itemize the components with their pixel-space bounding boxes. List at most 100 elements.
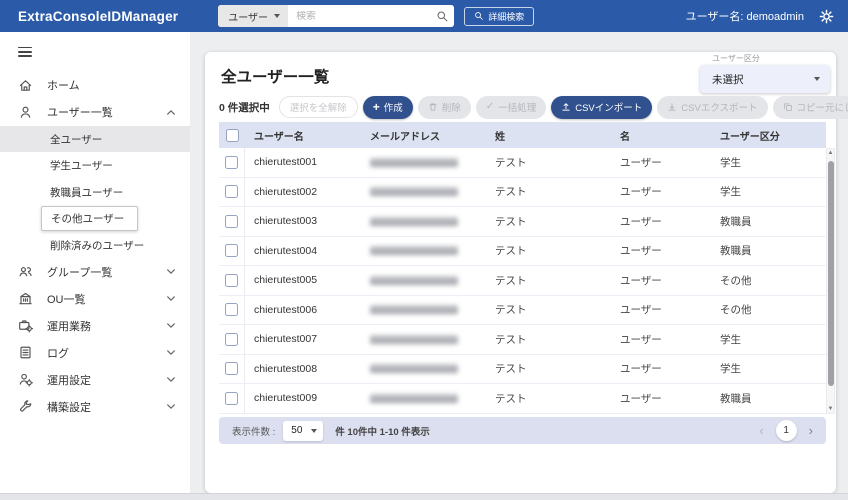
- cell-category: 学生: [720, 361, 826, 376]
- hamburger-icon: [18, 51, 32, 53]
- toolbar: 0 件選択中 選択を全解除 + 作成 削除 ✓ 一括処理 CSVインポー: [219, 95, 828, 119]
- page-number-button[interactable]: 1: [776, 420, 797, 441]
- global-search: ユーザー: [218, 5, 454, 27]
- email-redacted: [370, 305, 458, 314]
- document-icon: [18, 345, 33, 360]
- sidebar-subitem-all-users[interactable]: 全ユーザー: [0, 126, 190, 153]
- sidebar-item-user-list[interactable]: ユーザー一覧: [0, 99, 190, 126]
- cell-username: chierutest009: [245, 392, 370, 404]
- sidebar-item-home[interactable]: ホーム: [0, 72, 190, 99]
- search-scope-dropdown[interactable]: ユーザー: [218, 5, 288, 27]
- sidebar-subitem-staff-users[interactable]: 教職員ユーザー: [0, 179, 190, 206]
- create-from-copy-button[interactable]: コピー元にして作成: [773, 96, 848, 119]
- search-button[interactable]: [430, 5, 454, 27]
- briefcase-gear-icon: [18, 318, 33, 333]
- top-bar: ExtraConsoleIDManager ユーザー 詳細検索 ユーザー名: d…: [0, 0, 848, 32]
- table-scrollbar[interactable]: ▲ ▼: [826, 148, 835, 414]
- batch-process-button[interactable]: ✓ 一括処理: [476, 96, 546, 119]
- trash-icon: [428, 102, 438, 112]
- sidebar-item-ou-list[interactable]: OU一覧: [0, 285, 190, 312]
- table-row[interactable]: chierutest003 テスト ユーザー 教職員: [219, 207, 826, 237]
- menu-toggle-button[interactable]: [0, 32, 46, 64]
- bottom-strip: [0, 493, 848, 500]
- create-button[interactable]: + 作成: [363, 96, 413, 119]
- clear-selection-button[interactable]: 選択を全解除: [279, 96, 358, 118]
- cell-lastname: テスト: [495, 332, 620, 347]
- delete-button[interactable]: 削除: [418, 96, 471, 119]
- settings-button[interactable]: [819, 9, 834, 24]
- row-checkbox[interactable]: [225, 362, 238, 375]
- sidebar-item-label: ユーザー一覧: [47, 104, 166, 120]
- csv-import-button[interactable]: CSVインポート: [551, 96, 652, 119]
- scroll-down-arrow[interactable]: ▼: [828, 405, 834, 413]
- table-row[interactable]: chierutest006 テスト ユーザー その他: [219, 296, 826, 326]
- scroll-up-arrow[interactable]: ▲: [828, 149, 834, 157]
- sidebar-item-group-list[interactable]: グループ一覧: [0, 258, 190, 285]
- advanced-search-label: 詳細検索: [488, 10, 524, 23]
- select-all-checkbox[interactable]: [226, 129, 239, 142]
- cell-username: chierutest005: [245, 274, 370, 286]
- cell-category: その他: [720, 302, 826, 317]
- cell-firstname: ユーザー: [620, 332, 720, 347]
- csv-export-label: CSVエクスポート: [681, 100, 757, 114]
- row-checkbox[interactable]: [225, 274, 238, 287]
- cell-category: 教職員: [720, 243, 826, 258]
- row-checkbox[interactable]: [225, 215, 238, 228]
- page-size-label: 表示件数 :: [232, 424, 275, 438]
- cell-category: 教職員: [720, 391, 826, 406]
- row-checkbox[interactable]: [225, 156, 238, 169]
- cell-category: 学生: [720, 155, 826, 170]
- sidebar-item-operations[interactable]: 運用業務: [0, 312, 190, 339]
- search-input[interactable]: [288, 11, 430, 22]
- sidebar-item-logs[interactable]: ログ: [0, 339, 190, 366]
- prev-page-button[interactable]: ‹: [759, 423, 763, 438]
- column-header-lastname: 姓: [495, 128, 620, 143]
- table-row[interactable]: chierutest008 テスト ユーザー 学生: [219, 355, 826, 385]
- row-checkbox[interactable]: [225, 303, 238, 316]
- email-redacted: [370, 246, 458, 255]
- scrollbar-thumb[interactable]: [828, 161, 834, 386]
- csv-export-button[interactable]: CSVエクスポート: [657, 96, 767, 119]
- cell-username: chierutest002: [245, 186, 370, 198]
- table-row[interactable]: chierutest007 テスト ユーザー 学生: [219, 325, 826, 355]
- page-size-value: 50: [291, 425, 302, 436]
- email-redacted: [370, 394, 458, 403]
- cell-firstname: ユーザー: [620, 361, 720, 376]
- sidebar-subitem-deleted-users[interactable]: 削除済みのユーザー: [0, 232, 190, 259]
- cell-lastname: テスト: [495, 243, 620, 258]
- sidebar: ホーム ユーザー一覧 全ユーザー 学生ユーザー 教職員ユーザー その他ユーザー: [0, 32, 190, 493]
- row-checkbox[interactable]: [225, 244, 238, 257]
- hamburger-icon: [18, 47, 32, 49]
- sidebar-subitem-student-users[interactable]: 学生ユーザー: [0, 152, 190, 179]
- next-page-button[interactable]: ›: [809, 423, 813, 438]
- sidebar-item-label: 運用業務: [47, 318, 166, 334]
- sidebar-item-operation-settings[interactable]: 運用設定: [0, 366, 190, 393]
- chevron-down-icon: [166, 349, 176, 356]
- cell-category: その他: [720, 273, 826, 288]
- download-icon: [667, 102, 677, 112]
- cell-username: chierutest003: [245, 215, 370, 227]
- result-range-text: 件 10件中 1-10 件表示: [335, 424, 430, 438]
- table-row[interactable]: chierutest002 テスト ユーザー 学生: [219, 178, 826, 208]
- advanced-search-button[interactable]: 詳細検索: [464, 7, 534, 26]
- table-row[interactable]: chierutest004 テスト ユーザー 教職員: [219, 237, 826, 267]
- csv-import-label: CSVインポート: [575, 100, 642, 114]
- top-right-group: ユーザー名: demoadmin: [686, 8, 834, 24]
- table-row[interactable]: chierutest001 テスト ユーザー 学生: [219, 148, 826, 178]
- row-checkbox[interactable]: [225, 392, 238, 405]
- column-header-username: ユーザー名: [245, 128, 370, 143]
- sidebar-subitem-other-users[interactable]: その他ユーザー: [0, 205, 190, 232]
- cell-lastname: テスト: [495, 184, 620, 199]
- user-category-dropdown[interactable]: 未選択: [700, 65, 830, 93]
- chevron-down-icon: [166, 268, 176, 275]
- sidebar-item-build-settings[interactable]: 構築設定: [0, 393, 190, 420]
- cell-username: chierutest007: [245, 333, 370, 345]
- page-size-select[interactable]: 50: [283, 421, 323, 441]
- cell-lastname: テスト: [495, 391, 620, 406]
- table-row[interactable]: chierutest005 テスト ユーザー その他: [219, 266, 826, 296]
- cell-firstname: ユーザー: [620, 155, 720, 170]
- row-checkbox[interactable]: [225, 333, 238, 346]
- clear-selection-label: 選択を全解除: [290, 100, 347, 114]
- row-checkbox[interactable]: [225, 185, 238, 198]
- table-row[interactable]: chierutest009 テスト ユーザー 教職員: [219, 384, 826, 414]
